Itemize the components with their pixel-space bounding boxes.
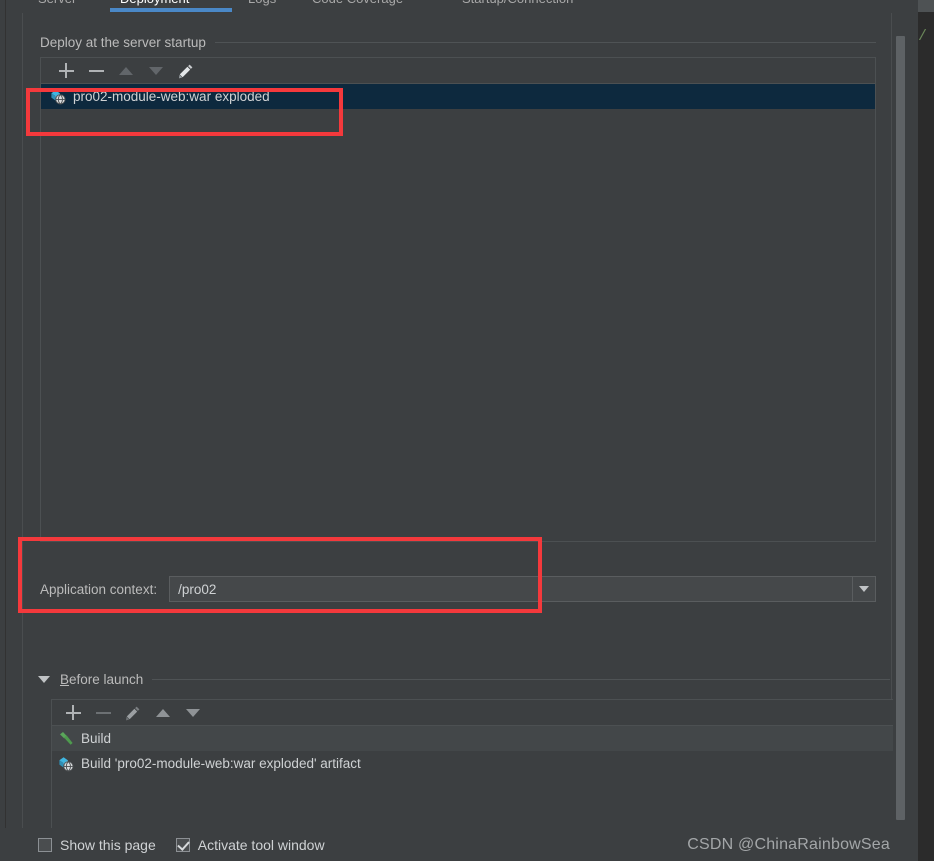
vertical-scrollbar-thumb[interactable] xyxy=(896,36,905,820)
list-item-label: Build xyxy=(81,731,112,746)
chevron-down-icon[interactable] xyxy=(38,676,50,683)
add-artifact-button[interactable] xyxy=(51,60,81,82)
watermark-text: CSDN @ChinaRainbowSea xyxy=(687,835,890,853)
chevron-down-icon xyxy=(859,586,869,592)
hammer-icon xyxy=(60,731,73,745)
list-item-label: Build 'pro02-module-web:war exploded' ar… xyxy=(81,756,361,771)
arrow-up-icon xyxy=(119,66,133,75)
application-context-dropdown-button[interactable] xyxy=(852,577,875,601)
move-up-button[interactable] xyxy=(111,60,141,82)
arrow-down-icon xyxy=(186,708,200,717)
application-context-input[interactable] xyxy=(170,577,852,601)
editor-toolbar-chip xyxy=(918,0,934,12)
deploy-group-label: Deploy at the server startup xyxy=(40,34,206,50)
configuration-tabs: Server Deployment Logs Code Coverage Sta… xyxy=(0,0,918,13)
minus-icon xyxy=(88,63,104,78)
show-this-page-label: Show this page xyxy=(60,836,156,853)
before-launch-title-rest: efore launch xyxy=(69,672,144,687)
editor-background-sliver: / xyxy=(918,0,934,861)
before-launch-title: Before launch xyxy=(60,672,152,687)
edit-task-button[interactable] xyxy=(118,702,148,724)
remove-artifact-button[interactable] xyxy=(81,60,111,82)
deployment-panel: Deploy at the server startup pro02-modul… xyxy=(22,13,906,834)
minus-icon xyxy=(95,705,111,720)
add-task-button[interactable] xyxy=(58,702,88,724)
list-item[interactable]: Build xyxy=(52,726,905,751)
tab-deployment[interactable]: Deployment xyxy=(120,0,189,6)
run-debug-configurations-dialog: / Server Deployment Logs Code Coverage S… xyxy=(0,0,934,861)
list-item[interactable]: pro02-module-web:war exploded xyxy=(41,84,875,109)
activate-tool-window-checkbox[interactable]: Activate tool window xyxy=(175,836,325,853)
dialog-surface: Server Deployment Logs Code Coverage Sta… xyxy=(0,0,918,861)
before-launch-mnemonic: B xyxy=(60,672,70,687)
checkbox-box[interactable] xyxy=(38,837,52,852)
before-launch-task-list: Build Build 'pro02-module-web:war explod… xyxy=(51,699,906,834)
deployment-list-toolbar xyxy=(41,58,875,84)
list-item[interactable]: Build 'pro02-module-web:war exploded' ar… xyxy=(52,751,905,776)
arrow-up-icon xyxy=(156,708,170,717)
deployment-artifact-list: pro02-module-web:war exploded xyxy=(40,57,876,542)
checkbox-box[interactable] xyxy=(175,837,190,852)
task-move-up-button[interactable] xyxy=(148,702,178,724)
artifact-icon xyxy=(51,89,66,105)
artifact-icon xyxy=(59,756,74,772)
deploy-group-rule xyxy=(214,41,876,43)
before-launch-header[interactable]: Before launch xyxy=(38,670,890,689)
move-down-button[interactable] xyxy=(141,60,171,82)
application-context-row: Application context: xyxy=(40,575,876,603)
pencil-icon xyxy=(126,706,140,720)
pencil-icon xyxy=(179,64,193,78)
tab-server[interactable]: Server xyxy=(38,0,76,6)
deployment-list-body: pro02-module-web:war exploded xyxy=(41,84,875,541)
plus-icon xyxy=(65,705,81,720)
before-launch-toolbar xyxy=(52,700,905,726)
arrow-down-icon xyxy=(149,66,163,75)
edit-artifact-button[interactable] xyxy=(171,60,201,82)
plus-icon xyxy=(58,63,74,78)
remove-task-button[interactable] xyxy=(88,702,118,724)
activate-tool-window-label: Activate tool window xyxy=(197,836,325,853)
application-context-combobox[interactable] xyxy=(169,576,876,602)
dialog-left-edge xyxy=(0,0,6,861)
task-move-down-button[interactable] xyxy=(178,702,208,724)
tab-logs[interactable]: Logs xyxy=(248,0,276,6)
active-tab-underline xyxy=(110,8,232,12)
list-item-label: pro02-module-web:war exploded xyxy=(73,89,270,104)
application-context-label: Application context: xyxy=(40,581,158,597)
show-this-page-checkbox[interactable]: Show this page xyxy=(38,837,156,853)
tab-startup-connection[interactable]: Startup/Connection xyxy=(462,0,573,6)
tab-code-coverage[interactable]: Code Coverage xyxy=(312,0,403,6)
deploy-group-header: Deploy at the server startup xyxy=(40,33,876,51)
code-fragment-text: / xyxy=(918,28,928,45)
before-launch-rule xyxy=(152,679,890,680)
